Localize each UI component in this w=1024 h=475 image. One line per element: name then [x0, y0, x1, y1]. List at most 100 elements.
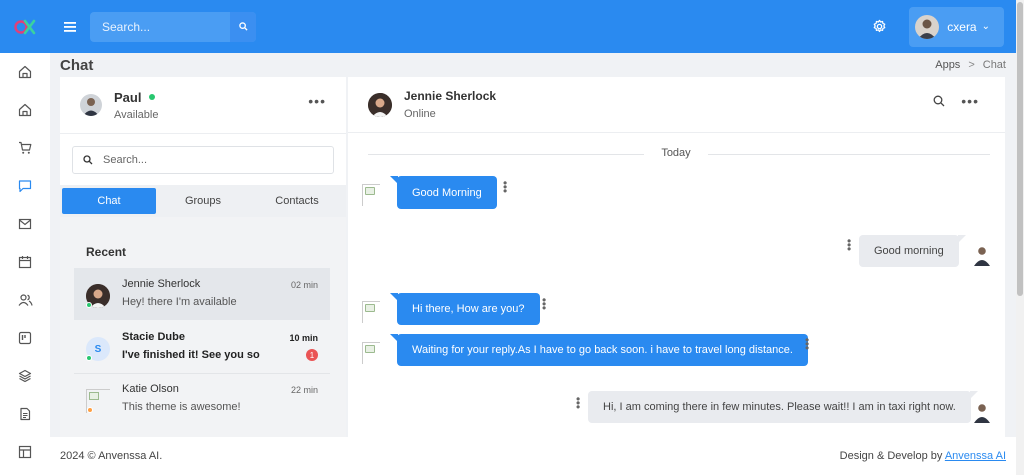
- contact-avatar: S: [86, 337, 110, 361]
- top-navbar: Search... cxera ⌄: [0, 0, 1016, 53]
- contact-search-input[interactable]: Search...: [103, 154, 147, 166]
- sidebar-item-documents[interactable]: [0, 395, 50, 433]
- chat-contact-name: Jennie Sherlock: [404, 89, 497, 103]
- conversation-item[interactable]: Katie Olson This theme is awesome! 22 mi…: [74, 373, 330, 425]
- scrollbar-thumb[interactable]: [1017, 2, 1023, 296]
- day-separator: Today: [348, 147, 1005, 163]
- tab-contacts[interactable]: Contacts: [250, 188, 344, 214]
- outgoing-message: Good morning: [859, 235, 966, 267]
- menu-toggle-button[interactable]: [50, 0, 90, 53]
- online-status-dot: [149, 94, 156, 100]
- breadcrumb-separator: >: [968, 59, 975, 71]
- broken-image-icon: [365, 345, 375, 353]
- sidebar-item-home[interactable]: [0, 53, 50, 91]
- sidebar-item-kanban[interactable]: [0, 319, 50, 357]
- tab-groups[interactable]: Groups: [156, 188, 250, 214]
- message-options-icon[interactable]: • • •: [542, 294, 546, 314]
- sidebar-item-calendar[interactable]: [0, 243, 50, 281]
- sender-avatar-broken: [362, 184, 380, 206]
- chat-bubble-icon: [18, 180, 32, 193]
- chat-more-icon[interactable]: •••: [961, 93, 979, 109]
- my-avatar: [972, 244, 992, 266]
- contact-avatar: [86, 284, 110, 308]
- search-icon: [933, 95, 945, 107]
- app-logo[interactable]: [0, 0, 50, 53]
- credit-link[interactable]: Anvenssa AI: [945, 450, 1006, 462]
- profile-avatar: [80, 94, 102, 116]
- chat-search-button[interactable]: [933, 95, 945, 110]
- sidebar-item-chat[interactable]: [0, 167, 50, 205]
- sidebar-item-ecommerce[interactable]: [0, 129, 50, 167]
- calendar-icon: [18, 256, 32, 269]
- sender-avatar-broken: [362, 301, 380, 323]
- search-icon: [238, 22, 248, 31]
- last-message: This theme is awesome!: [122, 401, 241, 413]
- gear-icon: [873, 19, 886, 33]
- user-menu[interactable]: cxera ⌄: [909, 6, 1004, 47]
- conversation-item[interactable]: S Stacie Dube I've finished it! See you …: [74, 321, 330, 373]
- contact-name: Jennie Sherlock: [122, 278, 201, 290]
- chat-sidebar-panel: Paul Available ••• Search... Chat Groups…: [60, 77, 346, 437]
- breadcrumb: Apps > Chat: [935, 59, 1006, 71]
- credit-prefix: Design & Develop by: [839, 450, 943, 462]
- sidebar-item-users[interactable]: [0, 281, 50, 319]
- top-search-input[interactable]: Search...: [102, 20, 150, 34]
- sidebar-item-layers[interactable]: [0, 357, 50, 395]
- message-options-icon[interactable]: • • •: [576, 393, 580, 413]
- layers-icon: [18, 369, 32, 383]
- sidebar-item-email[interactable]: [0, 205, 50, 243]
- breadcrumb-current: Chat: [982, 59, 1006, 71]
- kanban-icon: [18, 331, 32, 345]
- message-options-icon[interactable]: • • •: [805, 334, 809, 354]
- profile-status: Available: [114, 108, 159, 121]
- settings-button[interactable]: [859, 0, 899, 53]
- credit-text: Design & Develop by Anvenssa AI: [840, 450, 1006, 462]
- message-options-icon[interactable]: • • •: [503, 177, 507, 197]
- profile-more-icon[interactable]: •••: [308, 93, 326, 109]
- top-search-box[interactable]: Search...: [90, 11, 256, 42]
- last-message: Hey! there I'm available: [122, 296, 237, 308]
- contact-avatar: [368, 92, 392, 117]
- avatar-initial: S: [94, 343, 102, 355]
- outgoing-message: Hi, I am coming there in few minutes. Pl…: [588, 391, 978, 423]
- broken-image-icon: [89, 392, 99, 400]
- chat-tabs: Chat Groups Contacts: [60, 185, 346, 217]
- incoming-message: Waiting for your reply.As I have to go b…: [390, 334, 808, 366]
- page-title: Chat: [60, 57, 94, 74]
- conversation-item[interactable]: Jennie Sherlock Hey! there I'm available…: [74, 268, 330, 320]
- day-label: Today: [661, 147, 691, 159]
- away-status-dot: [87, 407, 93, 413]
- sender-avatar-broken: [362, 342, 380, 364]
- search-icon: [83, 155, 93, 165]
- hamburger-icon: [64, 21, 76, 32]
- house-icon: [18, 103, 32, 117]
- sidebar: [0, 53, 50, 475]
- contact-avatar-broken: [86, 389, 110, 413]
- message-time: 10 min: [289, 333, 318, 343]
- chevron-down-icon: ⌄: [981, 20, 990, 32]
- online-status-dot: [86, 355, 92, 361]
- contact-name: Katie Olson: [122, 383, 179, 395]
- my-profile: Paul Available •••: [60, 77, 346, 133]
- last-message: I've finished it! See you so: [122, 349, 260, 361]
- tab-chat[interactable]: Chat: [62, 188, 156, 214]
- message-options-icon[interactable]: • • •: [847, 235, 851, 255]
- users-icon: [18, 294, 33, 306]
- contact-search-box[interactable]: Search...: [72, 146, 334, 174]
- chat-conversation-panel: Jennie Sherlock Online ••• Today Good Mo…: [348, 77, 1005, 437]
- profile-name: Paul: [114, 89, 142, 105]
- sidebar-item-dashboard[interactable]: [0, 91, 50, 129]
- chat-header: Jennie Sherlock Online •••: [348, 77, 1005, 133]
- page-scrollbar[interactable]: [1016, 0, 1024, 475]
- breadcrumb-apps[interactable]: Apps: [935, 59, 960, 71]
- message-time: 22 min: [290, 385, 318, 395]
- footer: 2024 © Anvenssa AI. Design & Develop by …: [50, 437, 1016, 475]
- sidebar-item-layout[interactable]: [0, 433, 50, 471]
- top-search-button[interactable]: [230, 11, 256, 42]
- message-time: 02 min: [290, 280, 318, 290]
- home-icon: [18, 65, 32, 79]
- mail-icon: [18, 218, 32, 230]
- layout-icon: [18, 445, 32, 459]
- online-status-dot: [86, 302, 92, 308]
- file-text-icon: [20, 407, 31, 421]
